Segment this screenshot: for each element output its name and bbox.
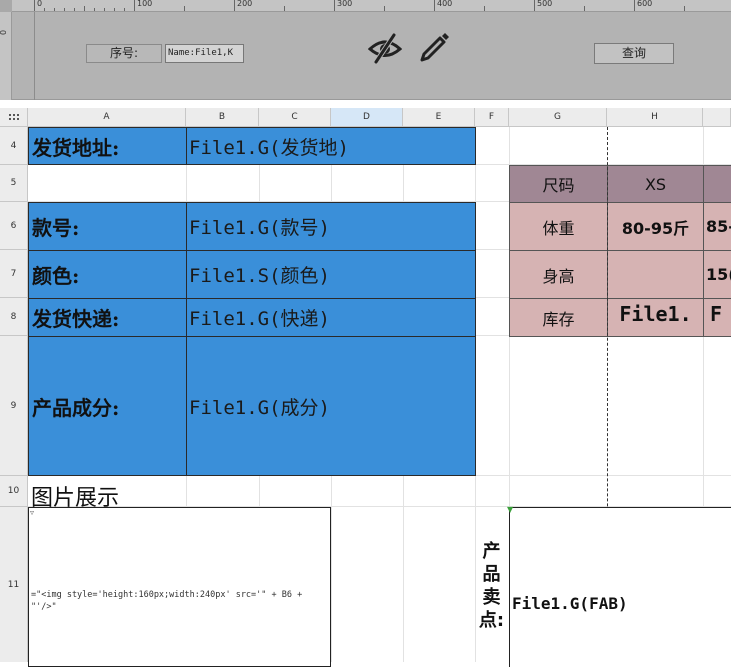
- row-header-9[interactable]: 9: [0, 336, 28, 476]
- cell-corner-mark: ▼: [507, 505, 514, 514]
- column-header-d[interactable]: D: [331, 108, 403, 127]
- size-weight-next[interactable]: 85-: [703, 202, 731, 251]
- ruler-label: 200: [237, 0, 253, 8]
- select-all-corner[interactable]: [0, 108, 28, 127]
- param-input[interactable]: Name:File1,K: [165, 44, 244, 63]
- row-header-11[interactable]: 11: [0, 507, 28, 662]
- ruler-label: 100: [137, 0, 153, 8]
- row-header-7[interactable]: 7: [0, 250, 28, 298]
- label-composition[interactable]: 产品成分:: [28, 336, 187, 476]
- column-headers: A B C D E F G H: [28, 108, 731, 127]
- ruler-label: 0: [0, 30, 8, 35]
- column-header-f[interactable]: F: [475, 108, 509, 127]
- value-color[interactable]: File1.S(颜色): [186, 250, 476, 299]
- size-stock-xs[interactable]: File1.: [607, 298, 704, 337]
- size-stock-label[interactable]: 库存: [509, 298, 608, 337]
- row-header-10[interactable]: 10: [0, 476, 28, 507]
- column-header-h[interactable]: H: [607, 108, 703, 127]
- fab-cell[interactable]: ▼: [507, 505, 731, 667]
- cell-corner-mark: ▿: [30, 508, 35, 517]
- value-ship-address[interactable]: File1.G(发货地): [186, 127, 476, 165]
- row-header-4[interactable]: 4: [0, 127, 28, 165]
- image-formula: ="<img style='height:160px;width:240px' …: [31, 590, 303, 612]
- ruler-label: 500: [537, 0, 553, 8]
- fab-value: File1.G(FAB): [512, 594, 628, 613]
- value-style-no[interactable]: File1.G(款号): [186, 202, 476, 251]
- size-header-label[interactable]: 尺码: [509, 165, 608, 203]
- param-label: 序号:: [86, 44, 162, 63]
- canvas-edge: [34, 12, 35, 100]
- label-color[interactable]: 颜色:: [28, 250, 187, 299]
- eye-slash-icon[interactable]: [367, 32, 403, 64]
- ruler-label: 400: [437, 0, 453, 8]
- ruler-label: 300: [337, 0, 353, 8]
- label-style-no[interactable]: 款号:: [28, 202, 187, 251]
- column-header-e[interactable]: E: [403, 108, 475, 127]
- size-header-next[interactable]: [703, 165, 731, 203]
- ruler-label: 0: [37, 0, 43, 8]
- column-header-c[interactable]: C: [259, 108, 331, 127]
- column-header-g[interactable]: G: [509, 108, 607, 127]
- size-header-xs[interactable]: XS: [607, 165, 704, 203]
- fab-label[interactable]: 产品卖点:: [475, 540, 508, 632]
- size-stock-next[interactable]: F: [703, 298, 731, 337]
- label-ship-address[interactable]: 发货地址:: [28, 127, 187, 165]
- value-courier[interactable]: File1.G(快递): [186, 298, 476, 337]
- horizontal-ruler: 0 100 200 300 400 500 600 700: [12, 0, 731, 12]
- row-header-6[interactable]: 6: [0, 202, 28, 250]
- row-header-8[interactable]: 8: [0, 298, 28, 336]
- size-height-next[interactable]: 15(: [703, 250, 731, 299]
- vertical-ruler: 0: [0, 12, 12, 100]
- column-header-b[interactable]: B: [186, 108, 259, 127]
- pencil-icon[interactable]: [419, 31, 451, 63]
- row-header-5[interactable]: 5: [0, 165, 28, 202]
- value-composition[interactable]: File1.G(成分): [186, 336, 476, 476]
- ruler-label: 600: [637, 0, 653, 8]
- image-cell[interactable]: ▿: [28, 507, 331, 667]
- ruler-corner: [0, 0, 12, 12]
- size-weight-label[interactable]: 体重: [509, 202, 608, 251]
- label-courier[interactable]: 发货快递:: [28, 298, 187, 337]
- size-height-label[interactable]: 身高: [509, 250, 608, 299]
- column-header-next[interactable]: [703, 108, 731, 127]
- column-header-a[interactable]: A: [28, 108, 186, 127]
- size-height-xs[interactable]: [607, 250, 704, 299]
- query-button[interactable]: 查询: [594, 43, 674, 64]
- size-weight-xs[interactable]: 80-95斤: [607, 202, 704, 251]
